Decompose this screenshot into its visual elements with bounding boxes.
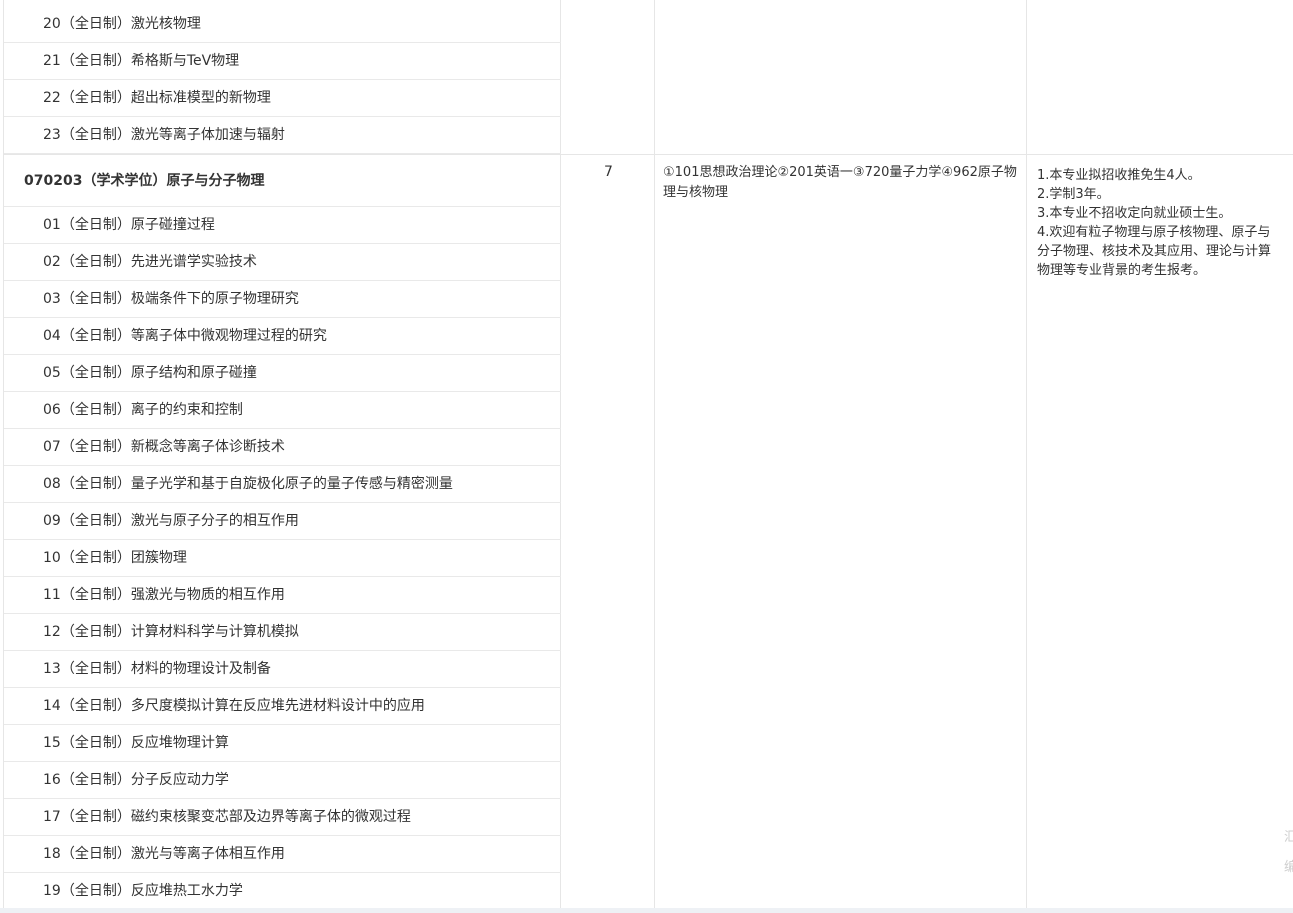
table-row: 13（全日制）材料的物理设计及制备	[4, 651, 561, 688]
direction-label: 10（全日制）团簇物理	[43, 550, 187, 566]
table-row: 15（全日制）反应堆物理计算	[4, 725, 561, 762]
table-row: 14（全日制）多尺度模拟计算在反应堆先进材料设计中的应用	[4, 688, 561, 725]
exam-subjects: ①101思想政治理论②201英语一③720量子力学④962原子物理与核物理	[663, 165, 1017, 200]
table-row: 16（全日制）分子反应动力学	[4, 762, 561, 799]
table-row: 18（全日制）激光与等离子体相互作用	[4, 836, 561, 873]
direction-label: 09（全日制）激光与原子分子的相互作用	[43, 513, 299, 529]
direction-label: 20（全日制）激光核物理	[43, 16, 201, 32]
table-row: 19（全日制）反应堆热工水力学	[4, 873, 561, 910]
page: 20（全日制）激光核物理 21（全日制）希格斯与TeV物理 22（全日制）超出标…	[0, 0, 1293, 913]
major-row: 070203（学术学位）原子与分子物理	[4, 155, 561, 207]
table-row: 23（全日制）激光等离子体加速与辐射	[4, 117, 561, 154]
direction-label: 22（全日制）超出标准模型的新物理	[43, 90, 271, 106]
edge-glyph: 汇	[1284, 830, 1293, 845]
table-row: 09（全日制）激光与原子分子的相互作用	[4, 503, 561, 540]
direction-label: 17（全日制）磁约束核聚变芯部及边界等离子体的微观过程	[43, 809, 411, 825]
table-row: 03（全日制）极端条件下的原子物理研究	[4, 281, 561, 318]
direction-label: 05（全日制）原子结构和原子碰撞	[43, 365, 257, 381]
direction-label: 08（全日制）量子光学和基于自旋极化原子的量子传感与精密测量	[43, 476, 453, 492]
direction-label: 01（全日制）原子碰撞过程	[43, 217, 215, 233]
direction-label: 02（全日制）先进光谱学实验技术	[43, 254, 257, 270]
direction-label: 11（全日制）强激光与物质的相互作用	[43, 587, 285, 603]
note-line: 3.本专业不招收定向就业硕士生。	[1037, 206, 1232, 221]
note-line: 物理等专业背景的考生报考。	[1037, 263, 1207, 278]
table-row: 11（全日制）强激光与物质的相互作用	[4, 577, 561, 614]
direction-label: 23（全日制）激光等离子体加速与辐射	[43, 127, 285, 143]
note-line: 1.本专业拟招收推免生4人。	[1037, 168, 1201, 183]
table-row: 07（全日制）新概念等离子体诊断技术	[4, 429, 561, 466]
direction-label: 12（全日制）计算材料科学与计算机模拟	[43, 624, 299, 640]
table-row: 22（全日制）超出标准模型的新物理	[4, 80, 561, 117]
table-row: 12（全日制）计算材料科学与计算机模拟	[4, 614, 561, 651]
note-line: 2.学制3年。	[1037, 187, 1110, 202]
major-title: 070203（学术学位）原子与分子物理	[24, 173, 265, 189]
direction-label: 16（全日制）分子反应动力学	[43, 772, 229, 788]
direction-label: 21（全日制）希格斯与TeV物理	[43, 53, 240, 69]
table-row: 17（全日制）磁约束核聚变芯部及边界等离子体的微观过程	[4, 799, 561, 836]
table-row: 01（全日制）原子碰撞过程	[4, 207, 561, 244]
table-row: 21（全日制）希格斯与TeV物理	[4, 43, 561, 80]
direction-label: 03（全日制）极端条件下的原子物理研究	[43, 291, 299, 307]
row-divider	[3, 154, 1293, 155]
table-row: 20（全日制）激光核物理	[4, 6, 561, 43]
catalog-table: 20（全日制）激光核物理 21（全日制）希格斯与TeV物理 22（全日制）超出标…	[3, 0, 1293, 910]
table-row: 10（全日制）团簇物理	[4, 540, 561, 577]
direction-label: 13（全日制）材料的物理设计及制备	[43, 661, 271, 677]
table-row: 04（全日制）等离子体中微观物理过程的研究	[4, 318, 561, 355]
direction-label: 06（全日制）离子的约束和控制	[43, 402, 243, 418]
enrollment-count: 7	[604, 164, 613, 180]
direction-label: 07（全日制）新概念等离子体诊断技术	[43, 439, 285, 455]
column-divider	[654, 0, 655, 910]
table-row: 02（全日制）先进光谱学实验技术	[4, 244, 561, 281]
note-line: 分子物理、核技术及其应用、理论与计算	[1037, 244, 1272, 259]
bottom-bar	[0, 908, 1293, 913]
direction-label: 04（全日制）等离子体中微观物理过程的研究	[43, 328, 327, 344]
direction-column: 20（全日制）激光核物理 21（全日制）希格斯与TeV物理 22（全日制）超出标…	[3, 0, 561, 910]
direction-label: 19（全日制）反应堆热工水力学	[43, 883, 243, 899]
column-divider	[1026, 0, 1027, 910]
table-row: 06（全日制）离子的约束和控制	[4, 392, 561, 429]
direction-label: 14（全日制）多尺度模拟计算在反应堆先进材料设计中的应用	[43, 698, 425, 714]
table-row: 08（全日制）量子光学和基于自旋极化原子的量子传感与精密测量	[4, 466, 561, 503]
direction-label: 18（全日制）激光与等离子体相互作用	[43, 846, 285, 862]
table-row: 05（全日制）原子结构和原子碰撞	[4, 355, 561, 392]
note-line: 4.欢迎有粒子物理与原子核物理、原子与	[1037, 225, 1271, 240]
direction-label: 15（全日制）反应堆物理计算	[43, 735, 229, 751]
notes: 1.本专业拟招收推免生4人。 2.学制3年。 3.本专业不招收定向就业硕士生。 …	[1037, 166, 1293, 280]
edge-glyph: 编	[1284, 860, 1293, 875]
